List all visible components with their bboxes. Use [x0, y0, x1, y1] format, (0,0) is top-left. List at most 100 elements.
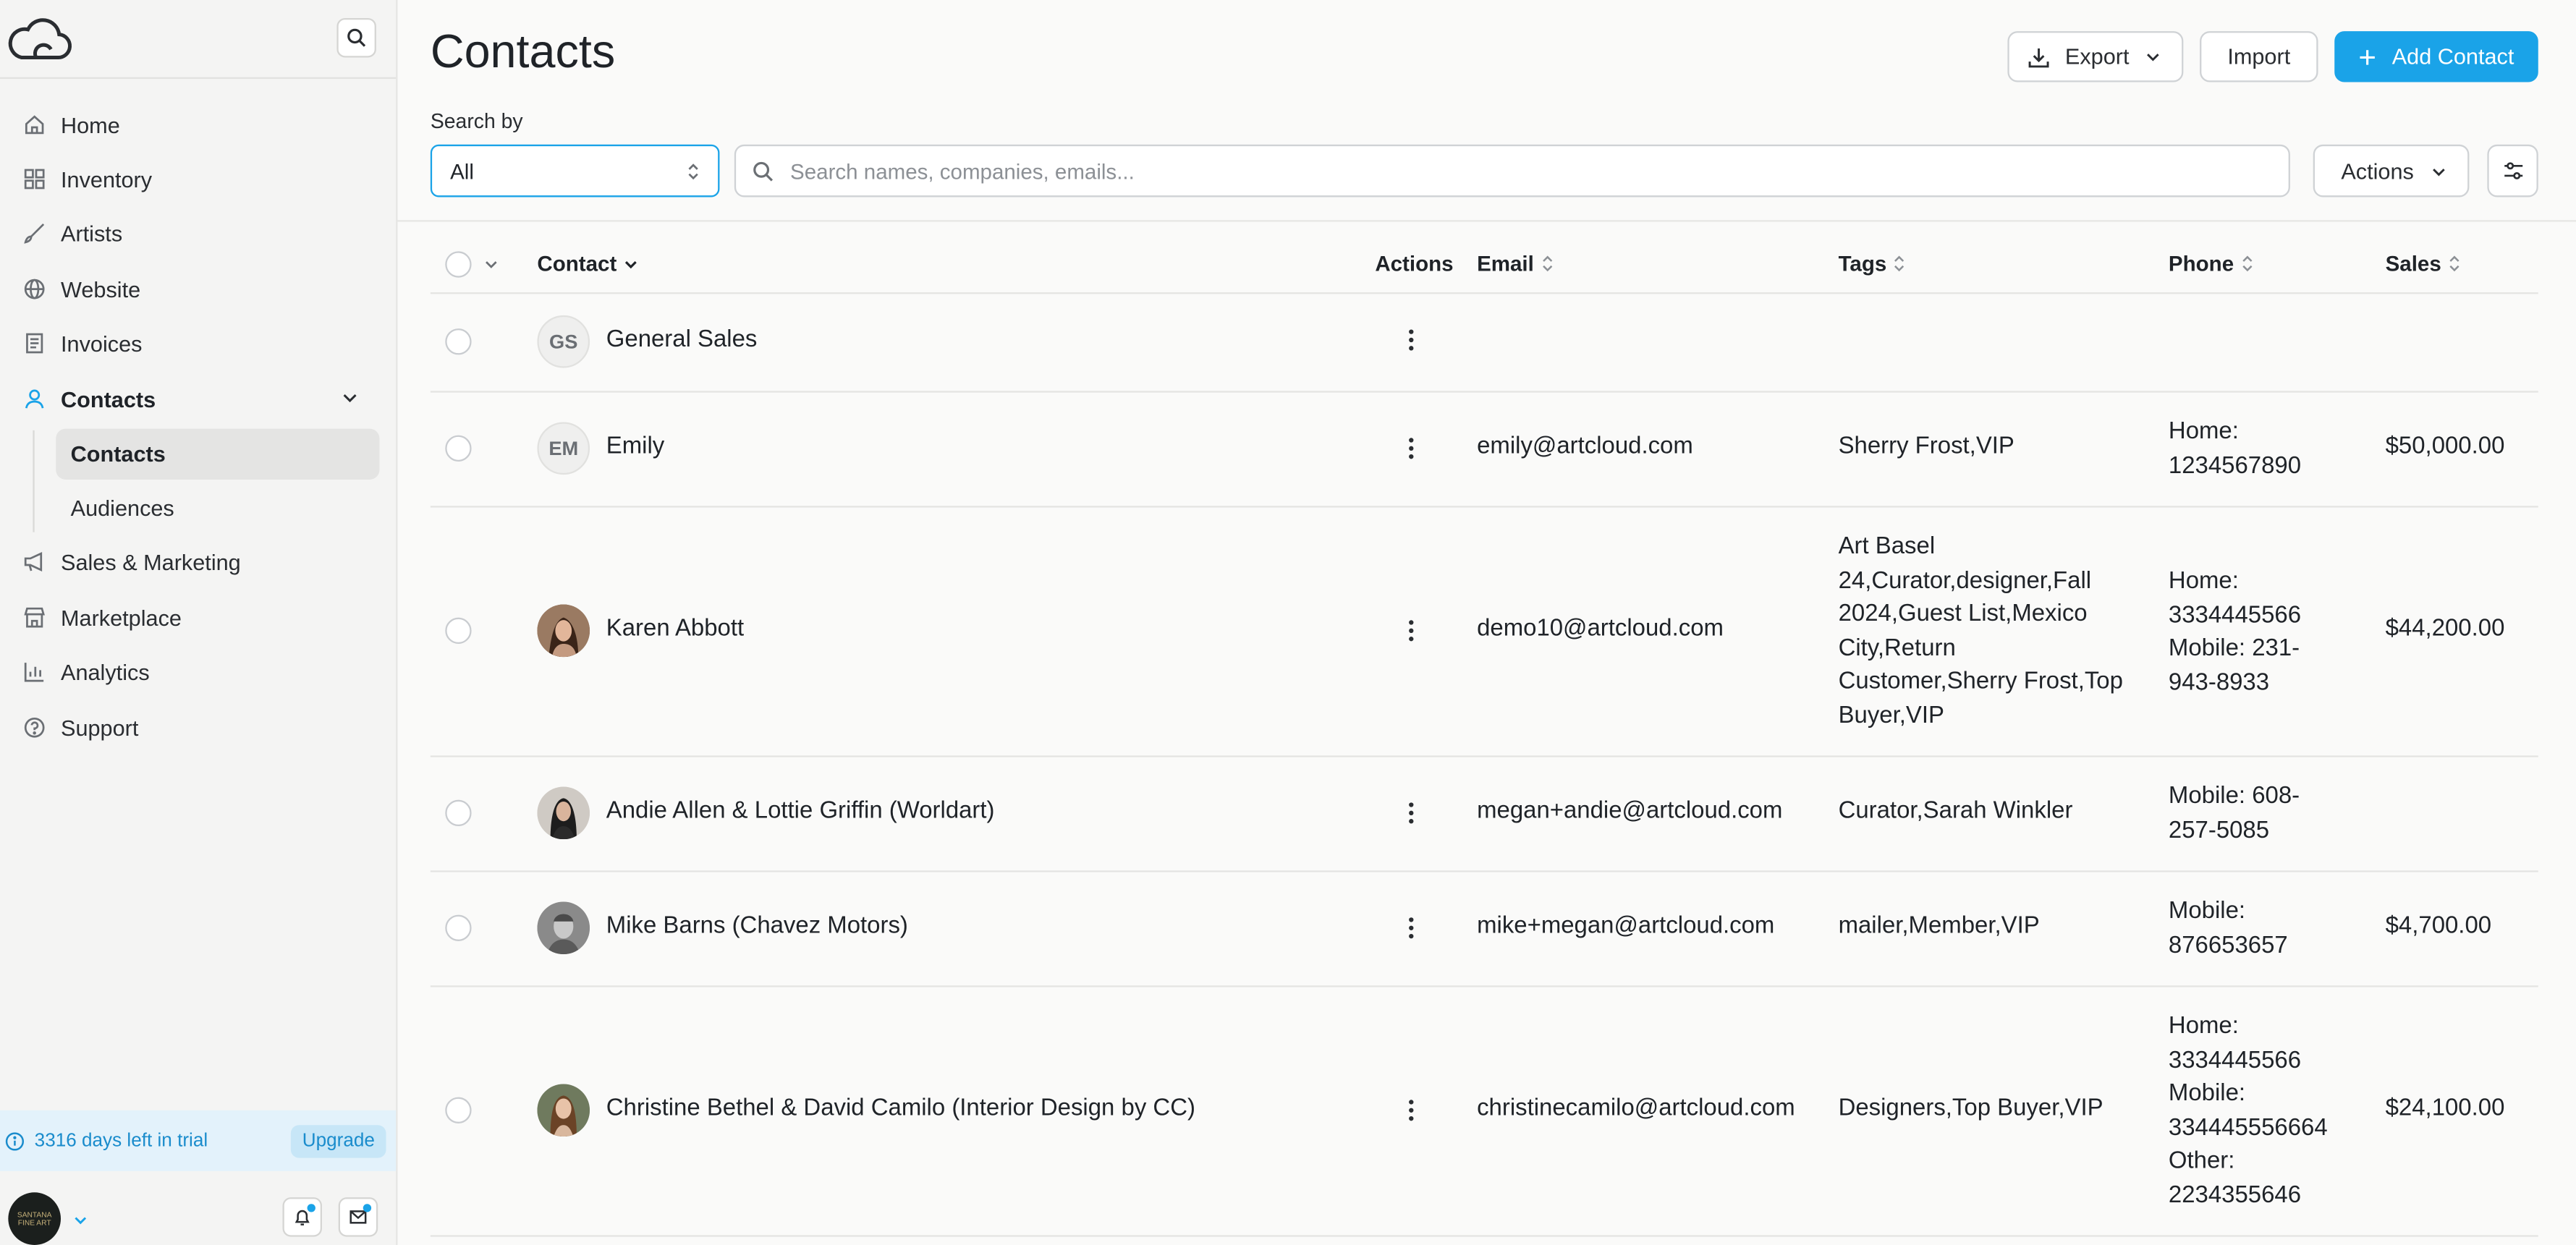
contact-name[interactable]: Mike Barns (Chavez Motors) [606, 913, 908, 939]
column-header-sales[interactable]: Sales [2386, 251, 2461, 276]
more-vertical-icon[interactable] [1408, 328, 1415, 352]
toolbar-divider [396, 220, 2576, 222]
more-vertical-icon[interactable] [1408, 619, 1415, 642]
organization-avatar[interactable]: SANTANA FINE ART [8, 1192, 62, 1245]
contact-tags: Designers,Top Buyer,VIP [1838, 1095, 2103, 1122]
contact-email[interactable]: demo10@artcloud.com [1477, 616, 1724, 642]
select-all-checkbox[interactable] [445, 251, 472, 278]
sidebar-subitem-contacts[interactable]: Contacts [56, 428, 380, 480]
filter-settings-button[interactable] [2487, 144, 2538, 197]
sidebar-item-website[interactable]: Website [0, 266, 396, 313]
contact-name[interactable]: Christine Bethel & David Camilo (Interio… [606, 1095, 1195, 1121]
avatar [537, 901, 590, 955]
contact-name[interactable]: General Sales [606, 327, 758, 353]
contact-email[interactable]: megan+andie@artcloud.com [1477, 798, 1782, 824]
table-row[interactable]: Mike Barns (Chavez Motors) mike+megan@ar… [430, 872, 2538, 987]
phone-line: Mobile: [2168, 1080, 2246, 1108]
row-checkbox[interactable] [445, 799, 472, 827]
contact-name[interactable]: Karen Abbott [606, 616, 744, 642]
phone-line: 1234567890 [2168, 452, 2302, 479]
phone-line: 876653657 [2168, 932, 2288, 959]
brush-icon [23, 222, 46, 245]
org-logo-text: SANTANA FINE ART [17, 1210, 52, 1227]
contact-phone: Home: 1234567890 [2169, 415, 2301, 483]
sidebar-item-artists[interactable]: Artists [0, 211, 396, 257]
sidebar-item-contacts[interactable]: Contacts [0, 376, 396, 422]
phone-line: 257-5085 [2168, 817, 2270, 844]
tags-line: Buyer,VIP [1838, 702, 1944, 728]
contact-email[interactable]: christinecamilo@artcloud.com [1477, 1095, 1795, 1121]
chevron-down-icon [2147, 54, 2159, 61]
column-header-email[interactable]: Email [1477, 251, 1554, 276]
search-icon [753, 161, 774, 181]
table-row[interactable]: EM Emily emily@artcloud.com Sherry Frost… [430, 393, 2538, 508]
sidebar-item-marketplace[interactable]: Marketplace [0, 595, 396, 641]
sidebar-item-label: Invoices [61, 331, 143, 356]
export-button[interactable]: Export [2007, 31, 2184, 82]
upgrade-button[interactable]: Upgrade [290, 1125, 386, 1158]
more-vertical-icon[interactable] [1408, 802, 1415, 825]
contact-sales: $4,700.00 [2385, 913, 2492, 940]
cloud-logo-icon[interactable] [7, 13, 72, 62]
sidebar-subitem-audiences[interactable]: Audiences [56, 483, 379, 533]
sidebar-subitem-label: Contacts [70, 441, 166, 467]
sort-icon [1894, 255, 1905, 272]
phone-line: 334445556664 [2168, 1114, 2328, 1141]
table-row[interactable]: Karen Abbott demo10@artcloud.com Art Bas… [430, 508, 2538, 757]
sidebar-item-analytics[interactable]: Analytics [0, 649, 396, 695]
sidebar-item-support[interactable]: Support [0, 705, 396, 751]
actions-dropdown-button[interactable]: Actions [2313, 144, 2470, 197]
contact-email[interactable]: emily@artcloud.com [1477, 433, 1693, 459]
sidebar-item-invoices[interactable]: Invoices [0, 320, 396, 367]
notifications-button[interactable] [282, 1197, 322, 1237]
contact-tags: Curator,Sarah Winkler [1838, 798, 2073, 825]
column-header-phone[interactable]: Phone [2169, 251, 2253, 276]
phone-line: Mobile: 608- [2168, 783, 2300, 810]
store-icon [23, 606, 46, 629]
phone-line: Mobile: [2168, 898, 2246, 925]
contact-email[interactable]: mike+megan@artcloud.com [1477, 913, 1774, 939]
table-row[interactable]: Christine Bethel & David Camilo (Interio… [430, 987, 2538, 1237]
search-text-field[interactable] [787, 156, 2240, 185]
more-vertical-icon[interactable] [1408, 917, 1415, 940]
table-row[interactable]: GS General Sales [430, 292, 2538, 393]
sidebar-item-home[interactable]: Home [0, 102, 396, 148]
chevron-down-icon[interactable] [340, 387, 360, 412]
chevron-down-icon[interactable] [72, 1207, 89, 1237]
row-checkbox[interactable] [445, 914, 472, 941]
contact-name[interactable]: Andie Allen & Lottie Griffin (Worldart) [606, 798, 995, 824]
table-row[interactable]: Andie Allen & Lottie Griffin (Worldart) … [430, 757, 2538, 872]
chevron-down-icon [2433, 167, 2446, 176]
sidebar-item-label: Website [61, 276, 141, 302]
sidebar-item-label: Analytics [61, 659, 150, 684]
page-title: Contacts [430, 26, 616, 79]
add-contact-button[interactable]: Add Contact [2334, 31, 2538, 82]
sidebar-item-inventory[interactable]: Inventory [0, 156, 396, 203]
tags-line: City,Return [1838, 634, 1956, 661]
avatar [537, 604, 590, 658]
avatar [537, 1084, 590, 1137]
row-checkbox[interactable] [445, 435, 472, 462]
contact-name[interactable]: Emily [606, 433, 664, 459]
sidebar-item-label: Inventory [61, 166, 153, 192]
contact-phone: Mobile: 608- 257-5085 [2169, 780, 2300, 847]
import-button[interactable]: Import [2200, 31, 2318, 82]
sidebar-search-button[interactable] [336, 17, 376, 58]
sidebar-item-sales-marketing[interactable]: Sales & Marketing [0, 539, 396, 585]
chevron-down-icon[interactable] [483, 256, 499, 273]
messages-button[interactable] [338, 1197, 378, 1237]
more-vertical-icon[interactable] [1408, 437, 1415, 460]
add-contact-label: Add Contact [2391, 44, 2514, 69]
search-by-select[interactable]: All [430, 144, 720, 197]
row-checkbox[interactable] [445, 328, 472, 355]
contact-phone: Home: 3334445566 Mobile: 231- 943-8933 [2169, 565, 2301, 700]
column-header-contact[interactable]: Contact [537, 251, 640, 276]
search-input[interactable] [734, 144, 2290, 197]
column-header-tags[interactable]: Tags [1839, 251, 1907, 276]
sidebar-item-label: Sales & Marketing [61, 549, 241, 574]
export-label: Export [2064, 44, 2130, 69]
row-checkbox[interactable] [445, 1097, 472, 1123]
more-vertical-icon[interactable] [1408, 1099, 1415, 1122]
row-checkbox[interactable] [445, 617, 472, 644]
plus-icon [2360, 49, 2375, 64]
